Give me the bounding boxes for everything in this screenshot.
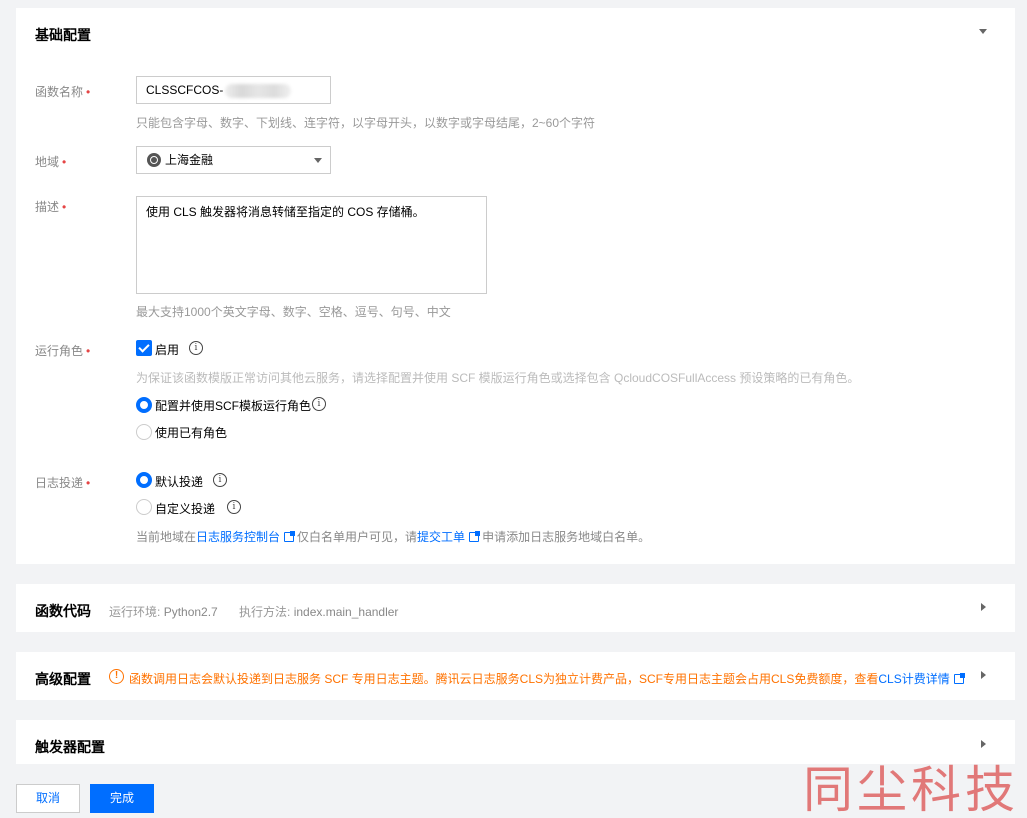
role-label: 运行角色 •: [35, 344, 91, 358]
expand-caret-icon[interactable]: [981, 740, 986, 748]
log-custom-label: 自定义投递: [155, 502, 216, 516]
redacted-suffix: [225, 83, 292, 98]
advanced-config-card[interactable]: 高级配置 ! 函数调用日志会默认投递到日志服务 SCF 专用日志主题。腾讯云日志…: [16, 652, 1015, 700]
required-mark: •: [86, 85, 91, 99]
region-label: 地域 •: [35, 155, 67, 169]
trigger-config-title: 触发器配置: [35, 739, 105, 755]
info-icon[interactable]: i: [189, 341, 203, 355]
cls-billing-link[interactable]: CLS计费详情: [878, 672, 949, 686]
function-name-label: 函数名称 •: [35, 85, 91, 99]
role-option-scf-label: 配置并使用SCF模板运行角色: [155, 399, 312, 413]
info-icon[interactable]: i: [312, 397, 326, 411]
chevron-down-icon: [314, 158, 322, 163]
function-name-input[interactable]: CLSSCFCOS-: [136, 76, 331, 104]
advanced-warning-text: 函数调用日志会默认投递到日志服务 SCF 专用日志主题。腾讯云日志服务CLS为独…: [129, 670, 967, 687]
log-note: 当前地域在日志服务控制台 仅白名单用户可见，请提交工单 申请添加日志服务地域白名单。: [136, 530, 651, 544]
globe-icon: [147, 152, 161, 167]
log-delivery-label: 日志投递 •: [35, 476, 91, 490]
description-hint: 最大支持1000个英文字母、数字、空格、逗号、句号、中文: [136, 305, 451, 319]
advanced-config-title: 高级配置: [35, 671, 91, 687]
collapse-caret-icon[interactable]: [979, 29, 987, 34]
function-name-hint: 只能包含字母、数字、下划线、连字符，以字母开头，以数字或字母结尾，2~60个字符: [136, 116, 596, 130]
role-option-existing-radio[interactable]: [136, 424, 152, 440]
role-enable-checkbox[interactable]: [136, 340, 152, 356]
region-value: 上海金融: [165, 153, 214, 167]
expand-caret-icon[interactable]: [981, 671, 986, 679]
done-button[interactable]: 完成: [90, 784, 154, 813]
role-option-existing-label: 使用已有角色: [155, 426, 228, 440]
log-console-link[interactable]: 日志服务控制台: [196, 530, 280, 544]
info-icon[interactable]: i: [227, 500, 241, 514]
warning-icon: !: [109, 669, 124, 684]
runtime-info: 运行环境: Python2.7: [109, 605, 218, 619]
log-default-radio[interactable]: [136, 472, 152, 488]
log-custom-radio[interactable]: [136, 499, 152, 515]
role-enable-label: 启用: [155, 343, 180, 357]
log-default-label: 默认投递: [155, 475, 204, 489]
cancel-button[interactable]: 取消: [16, 784, 80, 813]
external-link-icon[interactable]: [469, 530, 481, 542]
description-label: 描述 •: [35, 200, 67, 214]
function-code-card[interactable]: 函数代码 运行环境: Python2.7 执行方法: index.main_ha…: [16, 584, 1015, 632]
submit-ticket-link[interactable]: 提交工单: [417, 530, 465, 544]
role-option-scf-radio[interactable]: [136, 397, 152, 413]
expand-caret-icon[interactable]: [981, 603, 986, 611]
external-link-icon[interactable]: [953, 672, 965, 684]
watermark-text: 同尘科技: [803, 761, 1019, 818]
region-select[interactable]: 上海金融: [136, 146, 331, 174]
external-link-icon[interactable]: [284, 530, 296, 542]
function-code-title: 函数代码: [35, 603, 91, 619]
handler-info: 执行方法: index.main_handler: [239, 605, 399, 619]
description-textarea[interactable]: 使用 CLS 触发器将消息转储至指定的 COS 存储桶。: [136, 196, 487, 294]
info-icon[interactable]: i: [213, 473, 227, 487]
basic-config-card: 基础配置 函数名称 • CLSSCFCOS- 只能包含字母、数字、下划线、连字符，…: [16, 8, 1015, 564]
basic-config-title: 基础配置: [35, 27, 91, 43]
role-hint: 为保证该函数模版正常访问其他云服务，请选择配置并使用 SCF 模版运行角色或选择…: [136, 371, 860, 385]
